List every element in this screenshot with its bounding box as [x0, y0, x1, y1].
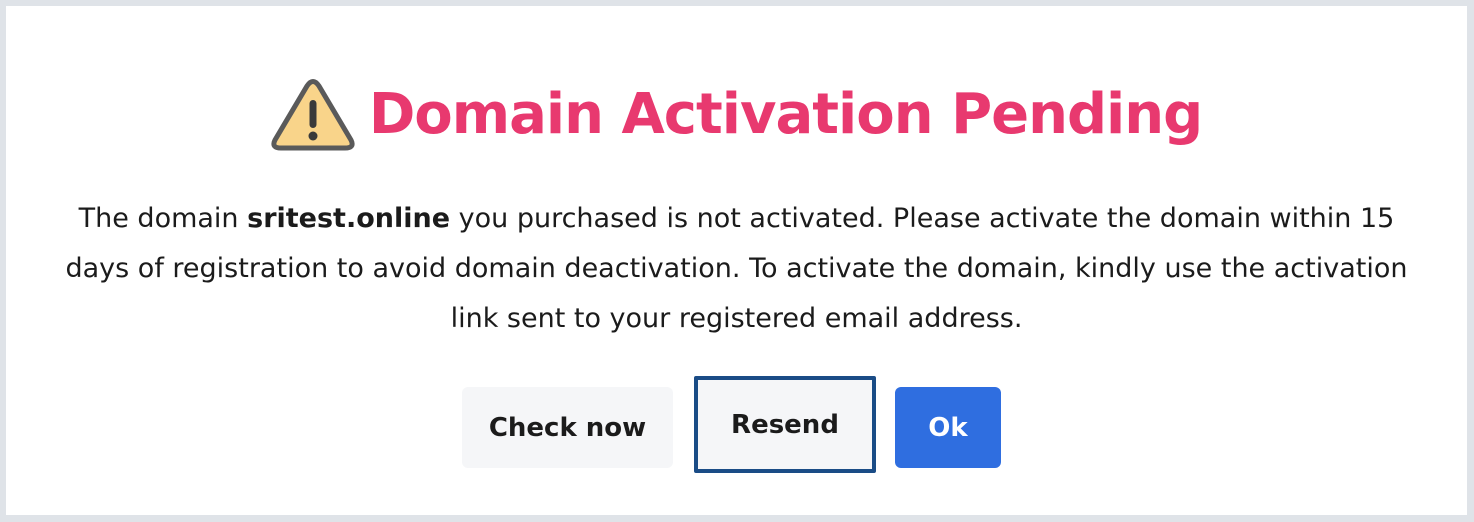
check-now-button[interactable]: Check now: [462, 387, 673, 468]
ok-button[interactable]: Ok: [895, 387, 1001, 468]
message-text-before: The domain: [78, 203, 248, 234]
warning-icon: [271, 78, 355, 152]
resend-button[interactable]: Resend: [694, 376, 876, 473]
activation-dialog: Domain Activation Pending The domain sri…: [6, 6, 1467, 515]
dialog-title: Domain Activation Pending: [368, 82, 1203, 147]
dialog-message: The domain sritest.online you purchased …: [46, 194, 1427, 344]
domain-name: sritest.online: [247, 203, 451, 234]
dialog-header: Domain Activation Pending: [6, 78, 1467, 152]
